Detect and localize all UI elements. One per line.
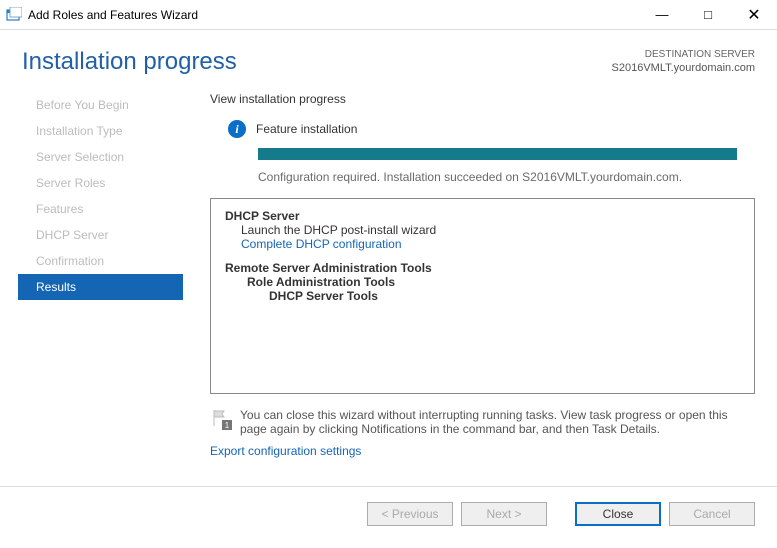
window-title: Add Roles and Features Wizard [28, 8, 198, 22]
note-row: 1 You can close this wizard without inte… [210, 394, 755, 444]
complete-dhcp-link[interactable]: Complete DHCP configuration [225, 237, 740, 251]
result-rsat: Remote Server Administration Tools [225, 261, 740, 275]
header: Installation progress DESTINATION SERVER… [0, 30, 777, 86]
destination-server: S2016VMLT.yourdomain.com [612, 61, 755, 75]
flag-icon: 1 [210, 408, 230, 428]
window-controls: ― □ ✕ [639, 0, 777, 30]
title-bar: Add Roles and Features Wizard ― □ ✕ [0, 0, 777, 30]
footer: < Previous Next > Close Cancel [0, 486, 777, 540]
status-title: Feature installation [256, 122, 357, 136]
close-button[interactable]: Close [575, 502, 661, 526]
nav-installation-type: Installation Type [22, 118, 183, 144]
nav-results: Results [18, 274, 183, 300]
page-title: Installation progress [22, 48, 237, 76]
app-icon [6, 7, 22, 23]
next-button: Next > [461, 502, 547, 526]
nav-server-roles: Server Roles [22, 170, 183, 196]
minimize-button[interactable]: ― [639, 0, 685, 30]
nav-dhcp-server: DHCP Server [22, 222, 183, 248]
export-settings-link[interactable]: Export configuration settings [210, 444, 755, 458]
destination-label: DESTINATION SERVER [612, 48, 755, 61]
nav-confirmation: Confirmation [22, 248, 183, 274]
cancel-button: Cancel [669, 502, 755, 526]
nav-server-selection: Server Selection [22, 144, 183, 170]
progress-bar [258, 148, 737, 160]
close-window-button[interactable]: ✕ [731, 0, 777, 30]
nav-features: Features [22, 196, 183, 222]
maximize-button[interactable]: □ [685, 0, 731, 30]
previous-button: < Previous [367, 502, 453, 526]
nav-before-you-begin: Before You Begin [22, 92, 183, 118]
result-dhcp-tools: DHCP Server Tools [225, 289, 740, 303]
destination-info: DESTINATION SERVER S2016VMLT.yourdomain.… [612, 48, 755, 75]
status-text: Configuration required. Installation suc… [210, 170, 755, 184]
note-text: You can close this wizard without interr… [240, 408, 755, 436]
results-box: DHCP Server Launch the DHCP post-install… [210, 198, 755, 394]
info-icon: i [228, 120, 246, 138]
content-pane: View installation progress i Feature ins… [184, 86, 755, 486]
nav-sidebar: Before You Begin Installation Type Serve… [22, 86, 184, 486]
notification-badge: 1 [222, 420, 232, 430]
result-dhcp-launch: Launch the DHCP post-install wizard [225, 223, 740, 237]
result-dhcp-server: DHCP Server [225, 209, 740, 223]
status-row: i Feature installation [210, 120, 755, 138]
result-role-admin: Role Administration Tools [225, 275, 740, 289]
section-title: View installation progress [210, 92, 755, 106]
